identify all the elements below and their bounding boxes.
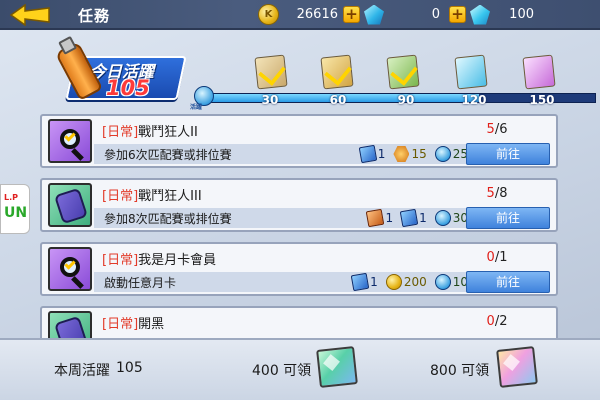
task-name: 開黑 bbox=[138, 317, 165, 332]
coin-amount: 26616 bbox=[296, 7, 338, 22]
search-task-icon bbox=[48, 247, 92, 291]
weekly-reward-800-label: 800 可領 bbox=[430, 363, 490, 379]
milestone-chest-30[interactable] bbox=[250, 52, 294, 92]
reward-card: 1 bbox=[358, 144, 385, 164]
side-logo-bottom: UN bbox=[4, 205, 28, 221]
task-progress: 0/1 bbox=[486, 250, 508, 265]
card-icon bbox=[399, 208, 419, 228]
task-tag: [日常] bbox=[102, 253, 139, 268]
daily-activity-value: 105 bbox=[106, 76, 150, 100]
activity-orb-label: 活躍 bbox=[190, 104, 203, 111]
go-button[interactable]: 前往 bbox=[466, 271, 550, 293]
reward-card: 1 bbox=[350, 272, 378, 292]
weekly-activity-label: 本周活躍 bbox=[54, 363, 110, 379]
task-description: 啟動任意月卡 bbox=[104, 276, 177, 290]
go-button[interactable]: 前往 bbox=[466, 143, 550, 165]
milestone-label-60: 60 bbox=[329, 93, 347, 107]
reward-card: 1 bbox=[399, 208, 427, 228]
side-logo[interactable]: L.P UN bbox=[0, 184, 30, 234]
back-arrow-icon bbox=[9, 4, 50, 26]
chest-icon bbox=[454, 54, 488, 90]
task-name: 戰鬥狂人III bbox=[138, 189, 202, 204]
reward-fragment: 15 bbox=[393, 146, 427, 162]
chest-icon bbox=[320, 54, 354, 90]
coin-icon bbox=[385, 274, 402, 290]
top-bar: 任務 K 26616 + 0 + 100 bbox=[0, 0, 600, 30]
reward-activity: 30 bbox=[434, 210, 468, 226]
coin-icon: K bbox=[258, 4, 279, 25]
activity-orb-icon bbox=[434, 210, 451, 226]
task-row: [日常]戰鬥狂人III 參加8次匹配賽或排位賽 1 1 30 5/8 前往 bbox=[40, 178, 558, 232]
gem-currency bbox=[364, 4, 384, 25]
add-gems-button[interactable]: + bbox=[449, 4, 466, 25]
task-row: [日常]戰鬥狂人II 參加6次匹配賽或排位賽 1 15 25 5/6 前往 bbox=[40, 114, 558, 168]
side-logo-top: L.P bbox=[4, 193, 18, 202]
plus-icon: + bbox=[343, 6, 360, 23]
add-coins-button[interactable]: + bbox=[343, 4, 360, 25]
ticket-currency bbox=[470, 4, 490, 25]
task-progress: 5/6 bbox=[486, 122, 508, 137]
milestone-label-90: 90 bbox=[397, 93, 415, 107]
card-icon bbox=[358, 144, 378, 164]
reward-coin: 200 bbox=[385, 274, 427, 290]
reward-activity: 10 bbox=[434, 274, 468, 290]
task-progress: 5/8 bbox=[486, 186, 508, 201]
weekly-chest-400-icon[interactable] bbox=[316, 346, 358, 388]
gem-amount: 0 bbox=[431, 7, 440, 22]
back-button[interactable] bbox=[8, 3, 52, 27]
milestone-chest-90[interactable] bbox=[382, 52, 426, 92]
hexagon-icon bbox=[393, 146, 410, 162]
milestone-chest-60[interactable] bbox=[316, 52, 360, 92]
search-task-icon bbox=[48, 119, 92, 163]
chest-icon bbox=[254, 54, 288, 90]
task-tag: [日常] bbox=[102, 317, 139, 332]
milestone-label-150: 150 bbox=[529, 93, 555, 107]
task-rewards: 1 1 30 bbox=[366, 208, 468, 228]
task-tag: [日常] bbox=[102, 125, 139, 140]
weekly-reward-400-label: 400 可領 bbox=[252, 363, 312, 379]
hand-task-icon bbox=[48, 183, 92, 227]
milestone-chest-150[interactable] bbox=[518, 52, 562, 92]
gem-icon bbox=[364, 4, 384, 25]
task-progress: 0/2 bbox=[486, 314, 508, 329]
card-icon bbox=[366, 208, 385, 228]
diamond-ticket-icon bbox=[470, 4, 490, 25]
ticket-amount: 100 bbox=[509, 7, 534, 22]
go-button[interactable]: 前往 bbox=[466, 207, 550, 229]
task-description: 參加8次匹配賽或排位賽 bbox=[104, 212, 232, 226]
task-rewards: 1 15 25 bbox=[358, 144, 468, 164]
task-tag: [日常] bbox=[102, 189, 139, 204]
reward-orange-card: 1 bbox=[366, 208, 393, 228]
milestone-chest-120[interactable] bbox=[450, 52, 494, 92]
coin-currency: K bbox=[258, 4, 279, 25]
plus-icon: + bbox=[449, 6, 466, 23]
daily-activity-badge: 今日活躍 105 bbox=[54, 38, 187, 106]
card-icon bbox=[350, 272, 370, 292]
weekly-activity-footer: 本周活躍 105 400 可領 800 可領 bbox=[0, 338, 600, 400]
task-row: [日常]我是月卡會員 啟動任意月卡 1 200 10 0/1 前往 bbox=[40, 242, 558, 296]
page-title: 任務 bbox=[78, 7, 111, 25]
task-name: 戰鬥狂人II bbox=[138, 125, 198, 140]
task-description: 參加6次匹配賽或排位賽 bbox=[104, 148, 232, 162]
activity-orb-icon bbox=[434, 274, 451, 290]
activity-orb-icon bbox=[434, 146, 451, 162]
milestone-label-120: 120 bbox=[461, 93, 487, 107]
chest-icon bbox=[386, 54, 420, 90]
weekly-activity-value: 105 bbox=[116, 360, 143, 376]
task-name: 我是月卡會員 bbox=[138, 253, 217, 268]
task-rewards: 1 200 10 bbox=[350, 272, 468, 292]
chest-icon bbox=[522, 54, 556, 90]
milestone-label-30: 30 bbox=[261, 93, 279, 107]
reward-activity: 25 bbox=[434, 146, 468, 162]
weekly-chest-800-icon[interactable] bbox=[496, 346, 538, 388]
